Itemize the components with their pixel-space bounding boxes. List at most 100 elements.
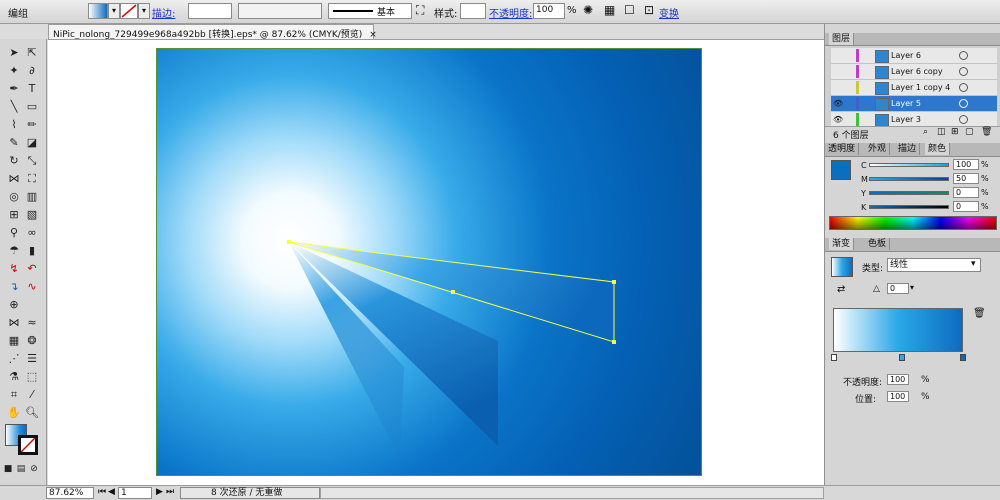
crop-tool-icon[interactable]: ⌗ — [5, 387, 23, 403]
column-graph-tool-icon[interactable]: ▮ — [23, 243, 41, 259]
visibility-eye-icon[interactable]: 👁︎ — [833, 115, 843, 124]
line-tool-icon[interactable]: ╲ — [5, 99, 23, 115]
pen-tool-icon[interactable]: ✒ — [5, 81, 23, 97]
twirl-tool-icon[interactable]: ❂ — [23, 333, 41, 349]
first-page-icon[interactable]: ⏮ — [98, 487, 106, 497]
lasso-tool-icon[interactable]: ∂ — [23, 63, 41, 79]
cyan-value[interactable]: 100 — [953, 159, 979, 170]
cyan-slider[interactable] — [869, 163, 949, 167]
recolor-icon[interactable]: ✺ — [583, 3, 593, 17]
tab-stroke[interactable]: 描边 — [895, 143, 921, 155]
document-setup-icon[interactable]: ▦ — [604, 3, 615, 17]
direct-selection-tool-icon[interactable]: ⇱ — [23, 45, 41, 61]
color-fill-swatch[interactable] — [831, 160, 851, 180]
anchor-point[interactable] — [612, 280, 616, 284]
artboard[interactable] — [156, 48, 702, 476]
target-circle-icon[interactable] — [959, 115, 968, 124]
page-field[interactable]: 1 — [118, 487, 152, 499]
blend-tool-icon[interactable]: ∞ — [23, 225, 41, 241]
target-circle-icon[interactable] — [959, 51, 968, 60]
layer-row[interactable]: Layer 6 — [831, 48, 997, 64]
opacity-mask-icon[interactable]: ⊡ — [644, 3, 654, 17]
gradient-stop[interactable] — [899, 354, 905, 361]
none-mode-icon[interactable]: ⊘ — [29, 461, 39, 477]
rectangle-tool-icon[interactable]: ▭ — [23, 99, 41, 115]
angle-dropdown-icon[interactable]: ▾ — [910, 283, 914, 292]
stroke-link[interactable]: 描边: — [152, 5, 175, 20]
eraser-tool-icon[interactable]: ◪ — [23, 135, 41, 151]
gradient-stop[interactable] — [960, 354, 966, 361]
anchor-point[interactable] — [287, 240, 291, 244]
blue-pen-icon[interactable]: ↴ — [5, 279, 23, 295]
visibility-eye-icon[interactable]: 👁︎ — [833, 99, 843, 108]
red-pen-icon[interactable]: ↯ — [5, 261, 23, 277]
mesh-tool-icon[interactable]: ⊞ — [5, 207, 23, 223]
yellow-value[interactable]: 0 — [953, 187, 979, 198]
shape-builder-tool-icon[interactable]: ◎ — [5, 189, 23, 205]
black-slider[interactable] — [869, 205, 949, 209]
paintbrush-tool-icon[interactable]: ⌇ — [5, 117, 23, 133]
warp-tool-icon[interactable]: ≈ — [23, 315, 41, 331]
bloat-tool-icon[interactable]: ☰ — [23, 351, 41, 367]
anchor-point[interactable] — [451, 290, 455, 294]
new-sublayer-icon[interactable]: ⊞ — [951, 127, 959, 137]
tab-swatches[interactable]: 色板 — [865, 238, 891, 250]
perspective-grid-tool-icon[interactable]: ▥ — [23, 189, 41, 205]
opacity-link[interactable]: 不透明度: — [489, 5, 532, 20]
tab-color[interactable]: 颜色 — [925, 143, 951, 155]
gradient-tool-icon[interactable]: ▧ — [23, 207, 41, 223]
layer-row[interactable]: Layer 1 copy 4 — [831, 80, 997, 96]
locate-object-icon[interactable]: ⌕ — [923, 127, 928, 137]
rotate-tool-icon[interactable]: ↻ — [5, 153, 23, 169]
free-transform-tool-icon[interactable]: ⛶ — [23, 171, 41, 187]
selection-tool-icon[interactable]: ➤ — [5, 45, 23, 61]
opacity-field[interactable]: 100 — [533, 3, 565, 19]
layer-row-selected[interactable]: 👁︎ Layer 5 — [831, 96, 997, 112]
magenta-value[interactable]: 50 — [953, 173, 979, 184]
knife-tool-icon[interactable]: ⁄ — [23, 387, 41, 403]
gradient-stop[interactable] — [831, 354, 837, 361]
artboard-tool-icon[interactable]: ⊕ — [5, 297, 23, 313]
last-page-icon[interactable]: ⏭ — [166, 487, 174, 497]
stroke-dropdown[interactable]: ▾ — [138, 3, 150, 19]
fill-dropdown[interactable]: ▾ — [108, 3, 120, 19]
clipping-mask-icon[interactable]: ◫ — [937, 127, 946, 137]
target-circle-icon[interactable] — [959, 83, 968, 92]
magenta-slider[interactable] — [869, 177, 949, 181]
stroke-weight-field[interactable] — [188, 3, 232, 19]
new-layer-icon[interactable]: ▢ — [965, 127, 974, 137]
color-spectrum-bar[interactable] — [829, 216, 997, 230]
previous-page-icon[interactable]: ◀ — [108, 487, 115, 497]
gradient-location-field[interactable]: 100 — [887, 391, 909, 402]
anchor-point[interactable] — [612, 340, 616, 344]
brush-definition[interactable]: 基本 — [328, 3, 412, 19]
symbol-sprayer-tool-icon[interactable]: ☂ — [5, 243, 23, 259]
color-mode-icon[interactable]: ■ — [3, 461, 13, 477]
tab-appearance[interactable]: 外观 — [865, 143, 891, 155]
blob-brush-tool-icon[interactable]: ✎ — [5, 135, 23, 151]
align-icon[interactable]: ⛶ — [416, 3, 424, 18]
type-tool-icon[interactable]: T — [23, 81, 41, 97]
red-curve-icon[interactable]: ↶ — [23, 261, 41, 277]
tab-layers[interactable]: 图层 — [829, 33, 855, 45]
horizontal-scrollbar[interactable] — [320, 487, 824, 499]
graphic-style-swatch[interactable] — [460, 3, 486, 19]
slice-tool-icon[interactable]: ⋈ — [5, 315, 23, 331]
gradient-type-select[interactable]: 线性 — [887, 258, 981, 272]
stroke-color-swatch[interactable] — [18, 435, 38, 455]
tab-transparency[interactable]: 透明度 — [825, 143, 860, 155]
pucker-tool-icon[interactable]: ⋰ — [5, 351, 23, 367]
document-tab[interactable]: NiPic_nolong_729499e968a492bb [转换].eps* … — [48, 24, 377, 40]
grid-tool-icon[interactable]: ▦ — [5, 333, 23, 349]
chevron-down-icon[interactable]: ▾ — [971, 259, 976, 269]
fill-swatch[interactable] — [88, 3, 108, 19]
magic-wand-tool-icon[interactable]: ✦ — [5, 63, 23, 79]
isolate-icon[interactable]: ☐ — [624, 3, 635, 17]
gradient-opacity-field[interactable]: 100 — [887, 374, 909, 385]
delete-layer-icon[interactable]: 🗑︎ — [981, 127, 992, 137]
stroke-swatch[interactable] — [120, 3, 138, 19]
yellow-slider[interactable] — [869, 191, 949, 195]
target-circle-icon[interactable] — [959, 99, 968, 108]
gradient-mode-icon[interactable]: ▤ — [16, 461, 26, 477]
black-value[interactable]: 0 — [953, 201, 979, 212]
